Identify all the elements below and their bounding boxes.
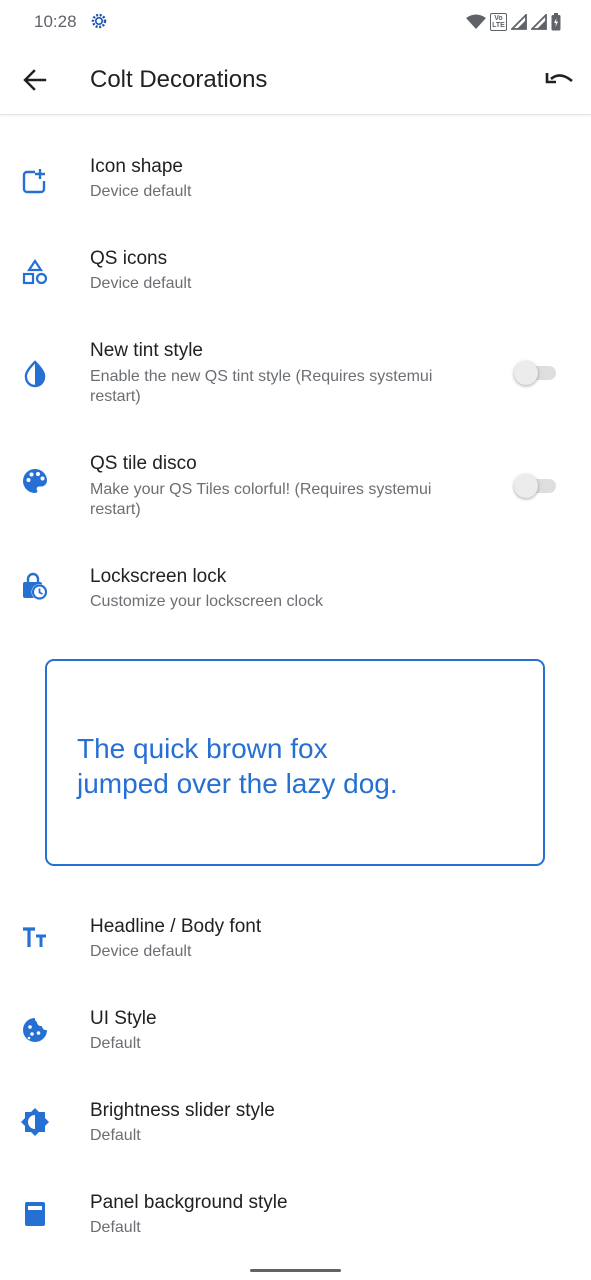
switch-thumb	[514, 474, 538, 498]
setting-summary: Enable the new QS tint style (Requires s…	[90, 368, 433, 405]
font-preview-line-2: jumped over the lazy dog.	[77, 768, 398, 799]
page-title: Colt Decorations	[90, 66, 268, 93]
wifi-icon	[466, 14, 486, 29]
setting-qs-icons[interactable]: QS icons Device default	[0, 242, 591, 322]
setting-summary: Device default	[90, 943, 192, 960]
setting-summary: Device default	[90, 275, 192, 292]
icon-shape-icon	[22, 169, 46, 194]
settings-gear-icon	[91, 13, 107, 29]
palette-icon	[23, 469, 47, 493]
undo-icon[interactable]	[545, 66, 575, 94]
setting-title: Icon shape	[90, 156, 183, 177]
status-icons: Vo LTE	[466, 12, 561, 32]
setting-headline-body-font[interactable]: Headline / Body font Device default	[0, 910, 591, 990]
setting-title: Headline / Body font	[90, 916, 262, 937]
app-bar: Colt Decorations	[0, 44, 591, 115]
setting-title: QS icons	[90, 248, 168, 269]
setting-ui-style[interactable]: UI Style Default	[0, 1002, 591, 1082]
text-fields-icon	[23, 927, 46, 947]
signal-icon-2	[531, 14, 547, 30]
new-tint-style-switch[interactable]	[514, 361, 558, 385]
setting-icon-shape[interactable]: Icon shape Device default	[0, 150, 591, 230]
setting-brightness-slider-style[interactable]: Brightness slider style Default	[0, 1094, 591, 1174]
cookie-icon	[23, 1018, 47, 1042]
setting-summary: Default	[90, 1219, 141, 1236]
status-time: 10:28	[34, 12, 77, 31]
qs-tile-disco-switch[interactable]	[514, 474, 558, 498]
contrast-drop-icon	[24, 360, 46, 388]
setting-title: New tint style	[90, 340, 203, 361]
setting-summary: Default	[90, 1127, 141, 1144]
setting-title: Lockscreen lock	[90, 566, 227, 587]
font-preview-card: The quick brown fox jumped over the lazy…	[45, 659, 545, 866]
battery-icon	[551, 13, 561, 31]
signal-icon	[511, 14, 527, 30]
setting-summary: Device default	[90, 183, 192, 200]
volte-icon: Vo LTE	[490, 13, 507, 31]
setting-new-tint-style[interactable]: New tint style Enable the new QS tint st…	[0, 334, 591, 434]
setting-title: QS tile disco	[90, 453, 197, 474]
font-preview-text: The quick brown fox jumped over the lazy…	[77, 731, 517, 801]
setting-title: Panel background style	[90, 1192, 288, 1213]
gesture-navigation-handle[interactable]	[250, 1269, 341, 1272]
setting-summary: Make your QS Tiles colorful! (Requires s…	[90, 481, 432, 518]
setting-panel-background-style[interactable]: Panel background style Default	[0, 1186, 591, 1266]
shapes-icon	[22, 259, 48, 285]
switch-thumb	[514, 361, 538, 385]
lock-clock-icon	[23, 572, 48, 600]
setting-summary: Default	[90, 1035, 141, 1052]
setting-title: UI Style	[90, 1008, 157, 1029]
setting-qs-tile-disco[interactable]: QS tile disco Make your QS Tiles colorfu…	[0, 447, 591, 547]
setting-summary: Customize your lockscreen clock	[90, 593, 323, 610]
brightness-icon	[21, 1108, 49, 1136]
font-preview-line-1: The quick brown fox	[77, 733, 328, 764]
back-arrow-icon[interactable]	[21, 66, 49, 94]
setting-lockscreen-lock[interactable]: Lockscreen lock Customize your lockscree…	[0, 560, 591, 640]
setting-title: Brightness slider style	[90, 1100, 275, 1121]
panel-icon	[25, 1202, 45, 1226]
status-bar: 10:28 Vo LTE	[0, 0, 591, 44]
